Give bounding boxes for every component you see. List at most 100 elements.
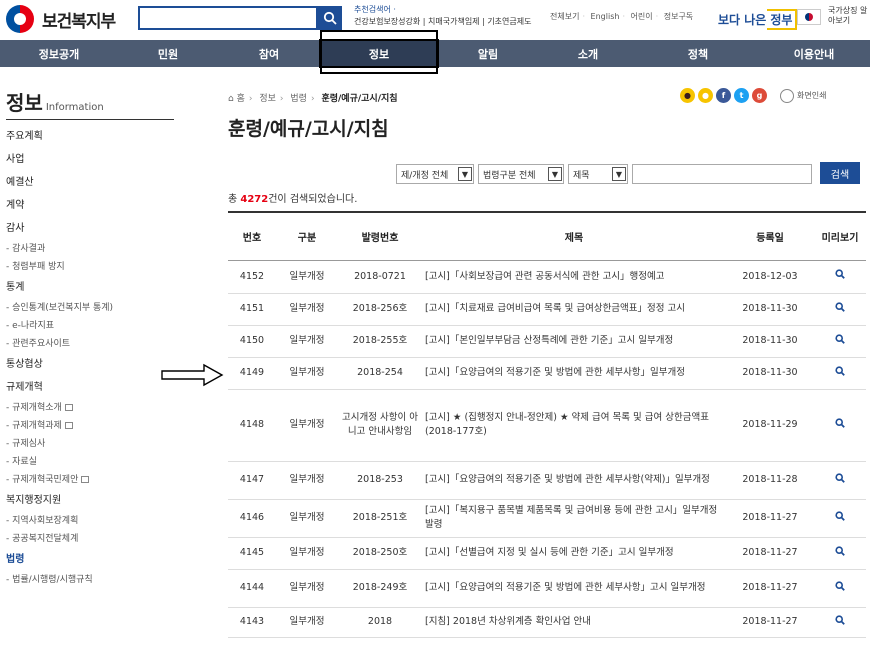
preview-button[interactable]	[814, 357, 866, 390]
table-row[interactable]: 4149 일부개정 2018-254 [고시]「요양급여의 적용기준 및 방법에 관한…	[228, 357, 866, 390]
col-header-no: 번호	[228, 211, 276, 261]
facebook-icon[interactable]: f	[716, 88, 731, 103]
preview-button[interactable]	[814, 569, 866, 608]
table-row[interactable]: 4146 일부개정 2018-251호 [고시]「복지용구 품목별 제품목록 및 급여…	[228, 499, 866, 538]
preview-button[interactable]	[814, 461, 866, 500]
sidebar-item[interactable]: - 관련주요사이트	[6, 335, 176, 353]
filter-type-select[interactable]: 제/개정 전체 ▼	[396, 164, 474, 184]
sidebar-item-label: - 규제개혁과제	[6, 421, 62, 431]
print-icon[interactable]	[780, 88, 794, 103]
sidebar-menu: 주요계획사업예결산 계약 감사 - 감사결과 - 청렴부패 방지 통계 - 승인통계(보건복…	[6, 125, 176, 589]
sidebar-item[interactable]: - 규제개혁국민제안	[6, 471, 176, 489]
table-row[interactable]: 4148 일부개정 고시개정 사항이 아니고 안내사항임 [고시] ★ (집행정지 안…	[228, 389, 866, 462]
preview-button[interactable]	[814, 499, 866, 538]
cell-title[interactable]: [고시]「복지용구 품목별 제품목록 및 급여비용 등에 관한 고시」일부개정 …	[422, 499, 726, 538]
nav-item-information[interactable]: 정보	[319, 39, 439, 68]
breadcrumb-law[interactable]: 법령	[290, 94, 307, 104]
table-row[interactable]: 4145 일부개정 2018-250호 [고시]「선별급여 지정 및 실시 등에 관한…	[228, 537, 866, 570]
nav-item-petition[interactable]: 민원	[118, 40, 218, 67]
cell-title[interactable]: [고시]「본인일부부담금 산정특례에 관한 기준」고시 일부개정	[422, 325, 726, 358]
filter-field-select[interactable]: 제목 ▼	[568, 164, 628, 184]
results-table: 번호 구분 발령번호 제목 등록일 미리보기 4152 일부개정 2018-0721…	[228, 211, 866, 638]
search-submit-button[interactable]: 검색	[820, 162, 860, 184]
table-row[interactable]: 4143 일부개정 2018 [지침] 2018년 차상위계층 확인사업 안내 2018…	[228, 607, 866, 638]
global-search-input[interactable]	[138, 6, 318, 30]
sidebar-item-label: - 규제개혁소개	[6, 403, 62, 413]
sidebar-item[interactable]: - 법률/시행령/시행규칙	[6, 571, 176, 589]
table-row[interactable]: 4151 일부개정 2018-256호 [고시]「치료재료 급여비급여 목록 및 급여…	[228, 293, 866, 326]
util-link-english[interactable]: English	[591, 12, 620, 21]
sidebar-item[interactable]: - 승인통계(보건복지부 통계)	[6, 299, 176, 317]
sidebar-item[interactable]: 통상협상	[6, 353, 176, 376]
table-row[interactable]: 4152 일부개정 2018-0721 [고시]「사회보장급여 관련 공동서식에 관한…	[228, 260, 866, 294]
table-row[interactable]: 4150 일부개정 2018-255호 [고시]「본인일부부담금 산정특례에 관한 기…	[228, 325, 866, 358]
sidebar-item[interactable]: - 규제개혁소개	[6, 399, 176, 417]
sidebar-item[interactable]: 규제개혁	[6, 376, 176, 399]
site-logo[interactable]: 보건복지부	[6, 5, 116, 33]
sidebar-item[interactable]: 주요계획	[6, 125, 176, 148]
sidebar-item-label: - e-나라지표	[6, 321, 55, 331]
preview-button[interactable]	[814, 293, 866, 326]
sidebar-item[interactable]: - 규제개혁과제	[6, 417, 176, 435]
preview-button[interactable]	[814, 607, 866, 638]
sidebar-item-label: 사업	[6, 154, 25, 165]
sidebar-item[interactable]: 법령	[6, 548, 176, 571]
nav-item-policy[interactable]: 정책	[638, 40, 758, 67]
sidebar-item[interactable]: - 자료실	[6, 453, 176, 471]
sidebar-item[interactable]: - 지역사회보장계획	[6, 512, 176, 530]
nav-item-guide[interactable]: 이용안내	[758, 40, 870, 67]
nav-item-participation[interactable]: 참여	[218, 40, 320, 67]
preview-button[interactable]	[814, 537, 866, 570]
cell-title[interactable]: [고시]「사회보장급여 관련 공동서식에 관한 고시」행정예고	[422, 260, 726, 294]
government-brand-logo[interactable]: 보다 나은 정부	[718, 5, 798, 33]
cell-title[interactable]: [고시] ★ (집행정지 안내-정안제) ★ 약제 급여 목록 및 급여 상한금…	[422, 389, 726, 462]
global-search-button[interactable]	[318, 6, 342, 30]
cell-title[interactable]: [고시]「요양급여의 적용기준 및 방법에 관한 세부사항(약제)」일부개정	[422, 461, 726, 500]
print-label[interactable]: 화면인쇄	[797, 90, 826, 101]
table-row[interactable]: 4144 일부개정 2018-249호 [고시]「요양급여의 적용기준 및 방법에 관…	[228, 569, 866, 608]
sidebar-item[interactable]: 감사	[6, 217, 176, 240]
cell-title[interactable]: [지침] 2018년 차상위계층 확인사업 안내	[422, 607, 726, 638]
preview-button[interactable]	[814, 260, 866, 294]
preview-button[interactable]	[814, 325, 866, 358]
sidebar-item[interactable]: - 감사결과	[6, 240, 176, 258]
home-icon[interactable]: ⌂	[228, 94, 234, 104]
util-link-subscribe[interactable]: 정보구독	[664, 12, 693, 21]
cell-kind: 일부개정	[276, 537, 338, 570]
nav-item-about[interactable]: 소개	[538, 40, 638, 67]
cell-title[interactable]: [고시]「선별급여 지정 및 실시 등에 관한 기준」고시 일부개정	[422, 537, 726, 570]
sidebar-item[interactable]: - 청렴부패 방지	[6, 258, 176, 276]
national-symbol-link[interactable]: 국가상징 알아보기	[828, 6, 868, 26]
breadcrumb-home[interactable]: 홈	[237, 94, 245, 104]
preview-button[interactable]	[814, 389, 866, 462]
cell-title[interactable]: [고시]「치료재료 급여비급여 목록 및 급여상한금액표」정정 고시	[422, 293, 726, 326]
sidebar-item[interactable]: 계약	[6, 194, 176, 217]
filter-category-select[interactable]: 법령구분 전체 ▼	[478, 164, 564, 184]
cell-date: 2018-11-27	[726, 537, 814, 570]
nav-item-disclosure[interactable]: 정보공개	[0, 40, 118, 67]
kakaotalk-icon[interactable]: ●	[680, 88, 695, 103]
table-row[interactable]: 4147 일부개정 2018-253 [고시]「요양급여의 적용기준 및 방법에 관한…	[228, 461, 866, 500]
breadcrumb-info[interactable]: 정보	[259, 94, 276, 104]
util-link-all[interactable]: 전체보기	[550, 12, 579, 21]
keyword-input[interactable]	[632, 164, 812, 184]
nav-item-notice[interactable]: 알림	[438, 40, 538, 67]
sidebar-item[interactable]: - 규제심사	[6, 435, 176, 453]
cell-code: 2018-249호	[338, 569, 422, 608]
recommended-terms[interactable]: 건강보험보장성강화 | 치매국가책임제 | 기초연금제도	[354, 16, 531, 27]
sidebar-item[interactable]: 복지행정지원	[6, 489, 176, 512]
util-link-kids[interactable]: 어린이	[631, 12, 653, 21]
sidebar-item-label: - 규제개혁국민제안	[6, 475, 79, 485]
google-plus-icon[interactable]: g	[752, 88, 767, 103]
cell-title[interactable]: [고시]「요양급여의 적용기준 및 방법에 관한 세부사항」고시 일부개정	[422, 569, 726, 608]
cell-date: 2018-11-30	[726, 357, 814, 390]
kakaostory-icon[interactable]: ●	[698, 88, 713, 103]
sidebar-item[interactable]: - e-나라지표	[6, 317, 176, 335]
cell-title[interactable]: [고시]「요양급여의 적용기준 및 방법에 관한 세부사항」일부개정	[422, 357, 726, 390]
twitter-icon[interactable]: t	[734, 88, 749, 103]
sidebar-item[interactable]: 사업	[6, 148, 176, 171]
sidebar-item[interactable]: 통계	[6, 276, 176, 299]
sidebar-item[interactable]: - 공공복지전달체계	[6, 530, 176, 548]
sidebar-item[interactable]: 예결산	[6, 171, 176, 194]
national-flag-icon[interactable]	[797, 9, 821, 25]
